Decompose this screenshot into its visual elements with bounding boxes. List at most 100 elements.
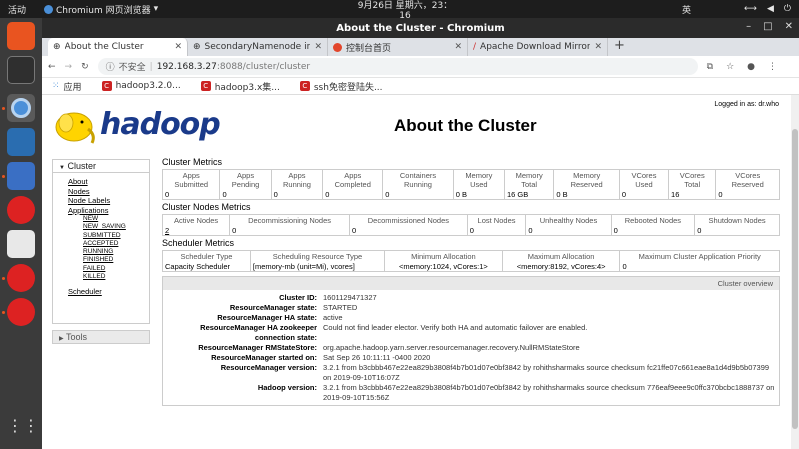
nav-link-node-labels[interactable]: Node Labels bbox=[68, 196, 149, 206]
cell: 0 bbox=[270, 190, 324, 200]
tab-label: 控制台首页 bbox=[346, 43, 392, 54]
tools-section-toggle[interactable]: ▶ Tools bbox=[52, 330, 150, 344]
tab-close-icon[interactable]: ✕ bbox=[314, 42, 322, 52]
col-header: Apps Completed bbox=[322, 169, 384, 190]
cluster-section-toggle[interactable]: ▼ Cluster bbox=[52, 159, 150, 173]
ubuntu-software-icon[interactable] bbox=[7, 22, 35, 50]
bookmark-label: 应用 bbox=[63, 82, 82, 93]
cell: 16 GB bbox=[503, 190, 555, 200]
show-applications-icon[interactable]: ⋮⋮ bbox=[7, 412, 39, 440]
security-label: 不安全 bbox=[118, 63, 146, 73]
bookmark-hadoop-320[interactable]: C hadoop3.2.0... bbox=[101, 81, 181, 91]
account-icon[interactable]: ● bbox=[747, 62, 755, 72]
close-icon[interactable]: ✕ bbox=[785, 21, 793, 32]
cell: 0 bbox=[610, 226, 696, 236]
scrollbar-thumb[interactable] bbox=[792, 129, 798, 429]
logged-in-label: Logged in as: dr.who bbox=[714, 101, 779, 108]
active-nodes-link[interactable]: 2 bbox=[161, 226, 231, 236]
tab-apache-mirrors[interactable]: / Apache Download Mirrors ✕ bbox=[468, 38, 608, 56]
system-monitor-icon[interactable] bbox=[7, 128, 35, 156]
tab-label: About the Cluster bbox=[64, 42, 144, 52]
cell: 0 bbox=[619, 262, 780, 272]
overview-row: ResourceManager HA zookeeper connection … bbox=[163, 323, 779, 343]
overview-key: ResourceManager HA state: bbox=[217, 313, 317, 322]
col-header: Rebooted Nodes bbox=[610, 214, 696, 226]
app-menu[interactable]: Chromium 网页浏览器 ▾ bbox=[44, 3, 158, 16]
nav-link-failed[interactable]: FAILED bbox=[83, 265, 149, 273]
terminal-icon[interactable] bbox=[7, 56, 35, 84]
col-header: VCores Reserved bbox=[715, 169, 780, 190]
nav-link-new-saving[interactable]: NEW_SAVING bbox=[83, 223, 149, 231]
activities-button[interactable]: 活动 bbox=[8, 3, 38, 16]
nav-link-submitted[interactable]: SUBMITTED bbox=[83, 232, 149, 240]
overview-row: Cluster ID: 1601129471327 bbox=[163, 293, 779, 303]
nav-link-new[interactable]: NEW bbox=[83, 215, 149, 223]
overview-value: Could not find leader elector. Verify bo… bbox=[323, 323, 588, 332]
console-favicon-icon bbox=[333, 42, 342, 52]
hadoop-logo[interactable]: hadoop bbox=[52, 105, 227, 145]
tools-label: Tools bbox=[65, 332, 87, 342]
input-method-indicator[interactable]: 英 bbox=[682, 3, 691, 16]
nav-link-accepted[interactable]: ACCEPTED bbox=[83, 240, 149, 248]
bookmark-ssh[interactable]: C ssh免密登陆失... bbox=[299, 80, 383, 93]
star-icon[interactable]: ☆ bbox=[726, 62, 734, 72]
table-row: 2 0 0 0 0 0 0 bbox=[161, 226, 780, 236]
nav-link-finished[interactable]: FINISHED bbox=[83, 256, 149, 264]
new-tab-button[interactable]: + bbox=[614, 38, 625, 56]
cell-link[interactable]: 2 bbox=[165, 226, 169, 235]
app-icon-64-a[interactable] bbox=[7, 196, 35, 224]
tab-close-icon[interactable]: ✕ bbox=[454, 42, 462, 52]
menu-kebab-icon[interactable]: ⋮ bbox=[768, 62, 777, 72]
chevron-down-icon: ▾ bbox=[153, 4, 159, 14]
overview-row: Hadoop version: 3.2.1 from b3cbbb467e22ea… bbox=[163, 383, 779, 403]
globe-icon: ⊕ bbox=[193, 42, 201, 52]
apps-grid-icon: ⁙ bbox=[52, 81, 60, 91]
forward-icon[interactable]: → bbox=[65, 62, 73, 72]
bookmark-apps[interactable]: ⁙ 应用 bbox=[52, 80, 82, 93]
maximize-icon[interactable]: □ bbox=[763, 21, 772, 32]
translate-icon[interactable]: ⧉ bbox=[707, 62, 713, 72]
table-row: 0 0 0 0 0 0 B 16 GB 0 B 0 16 0 bbox=[161, 190, 780, 200]
nav-link-running[interactable]: RUNNING bbox=[83, 248, 149, 256]
chromium-icon[interactable] bbox=[7, 94, 35, 122]
nav-link-applications[interactable]: Applications bbox=[68, 206, 149, 216]
app-icon-64-b[interactable] bbox=[7, 264, 35, 292]
nav-link-nodes[interactable]: Nodes bbox=[68, 187, 149, 197]
triangle-down-icon: ▼ bbox=[59, 165, 65, 171]
running-indicator bbox=[2, 107, 5, 110]
chromium-small-icon bbox=[44, 4, 53, 14]
text-editor-icon[interactable] bbox=[7, 230, 35, 258]
tab-about-cluster[interactable]: ⊕ About the Cluster ✕ bbox=[48, 38, 188, 56]
csdn-icon: C bbox=[101, 81, 112, 91]
tab-close-icon[interactable]: ✕ bbox=[174, 42, 182, 52]
running-indicator bbox=[2, 311, 5, 314]
back-icon[interactable]: ← bbox=[48, 62, 56, 72]
app-icon-64-c[interactable] bbox=[7, 298, 35, 326]
tab-secondary-namenode[interactable]: ⊕ SecondaryNamenode info ✕ bbox=[188, 38, 328, 56]
system-tray[interactable]: ⟷ ◀ ⏻ bbox=[744, 4, 791, 14]
installer-icon[interactable] bbox=[7, 162, 35, 190]
nav-link-scheduler[interactable]: Scheduler bbox=[68, 287, 149, 297]
overview-value: Sat Sep 26 10:11:11 -0400 2020 bbox=[323, 353, 431, 362]
cell: 0 bbox=[349, 226, 468, 236]
url-host: 192.168.3.27 bbox=[156, 61, 217, 72]
tab-close-icon[interactable]: ✕ bbox=[594, 42, 602, 52]
overview-key: ResourceManager state: bbox=[229, 303, 317, 312]
col-header: Memory Reserved bbox=[553, 169, 620, 190]
minimize-icon[interactable]: – bbox=[746, 21, 751, 32]
overview-value: 3.2.1 from b3cbbb467e22ea829b3808f4b7b01… bbox=[323, 383, 775, 402]
reload-icon[interactable]: ↻ bbox=[81, 62, 89, 72]
overview-value: 1601129471327 bbox=[323, 293, 377, 302]
page-scrollbar[interactable] bbox=[791, 95, 799, 449]
tab-console-home[interactable]: 控制台首页 ✕ bbox=[328, 38, 468, 56]
address-bar[interactable]: ⓘ 不安全 | 192.168.3.27:8088/cluster/cluste… bbox=[97, 58, 698, 75]
nav-link-killed[interactable]: KILLED bbox=[83, 273, 149, 281]
cell: 0 bbox=[382, 190, 454, 200]
overview-key: Hadoop version: bbox=[257, 383, 317, 392]
bookmark-hadoop3x[interactable]: C hadoop3.x集... bbox=[200, 80, 280, 93]
system-top-bar: 活动 Chromium 网页浏览器 ▾ 9月26日 星期六，23：16 英 ⟷ … bbox=[0, 0, 799, 21]
nav-link-about[interactable]: About bbox=[68, 177, 149, 187]
cell: 0 B bbox=[553, 190, 620, 200]
tab-strip: ⊕ About the Cluster ✕ ⊕ SecondaryNamenod… bbox=[42, 38, 799, 56]
csdn-icon: C bbox=[200, 81, 211, 91]
